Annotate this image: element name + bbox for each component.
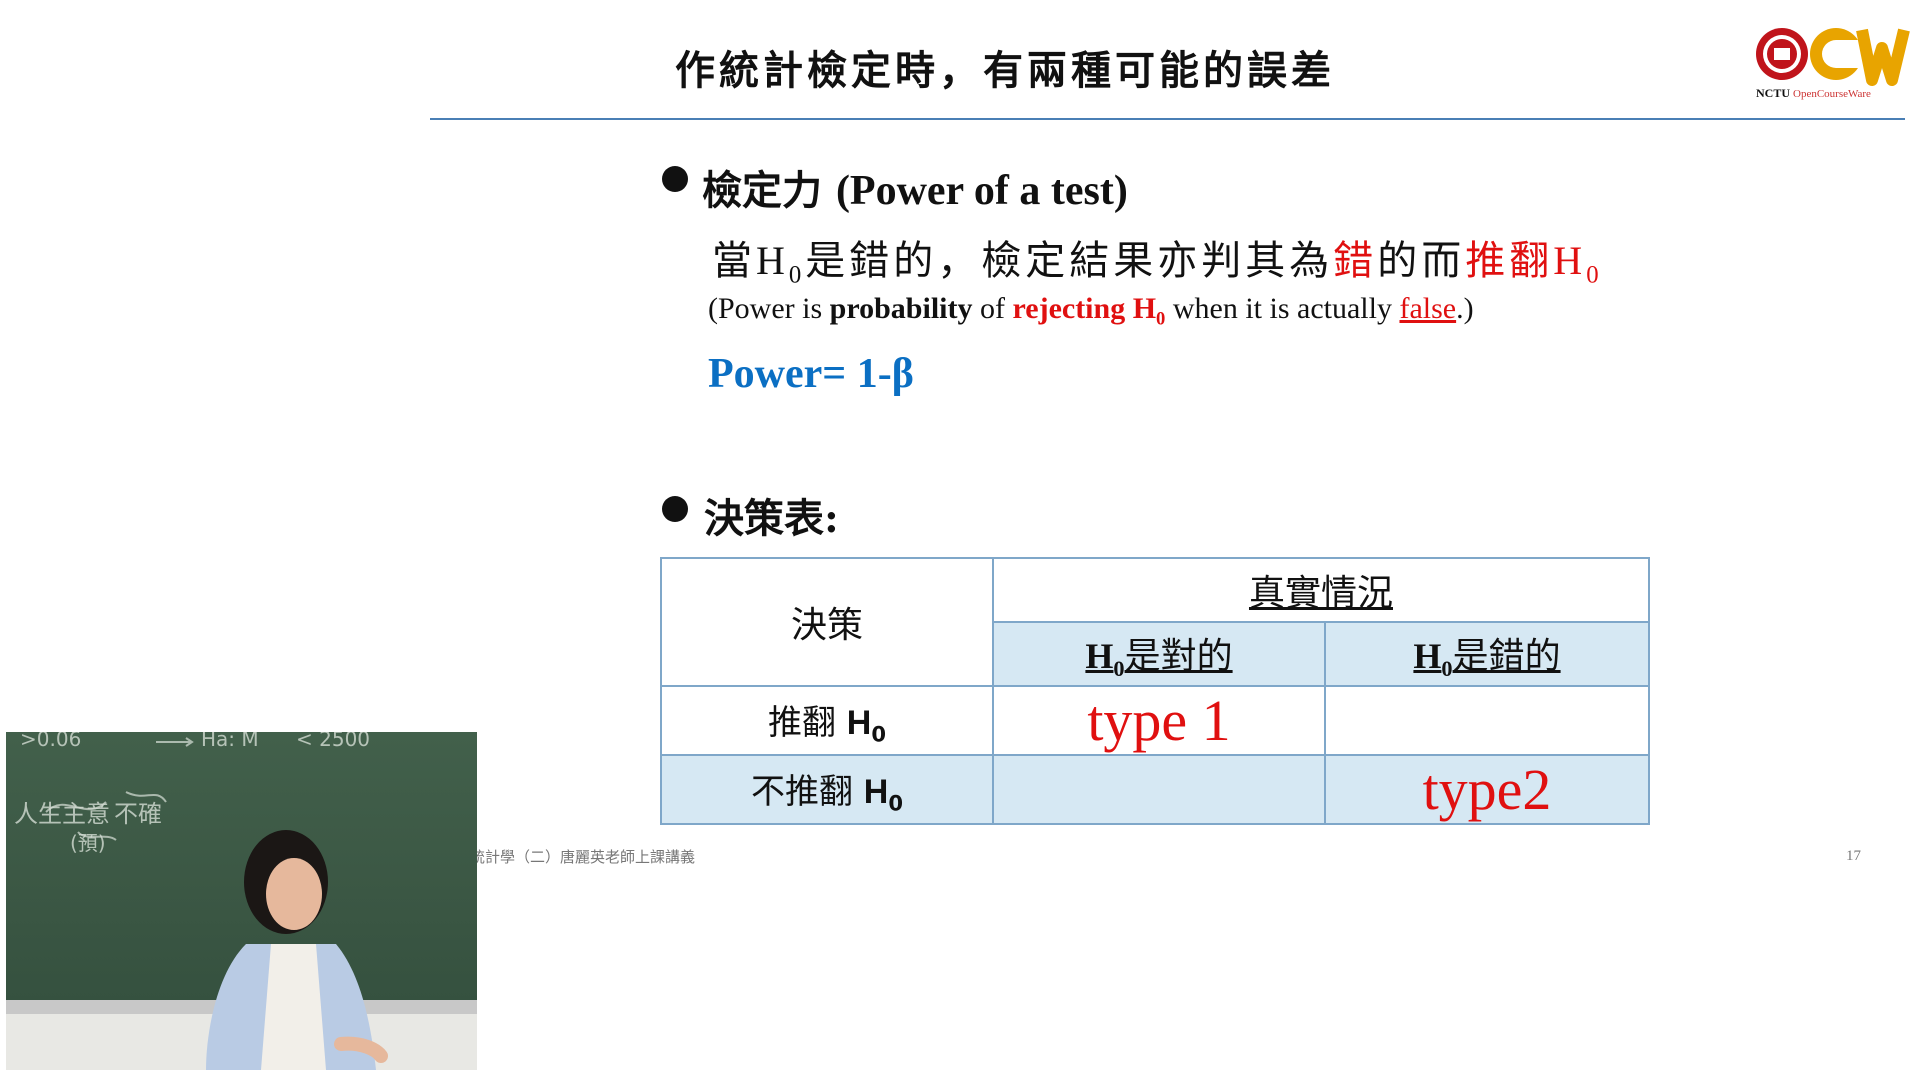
- col1-text: 是對的: [1124, 635, 1233, 677]
- table-row: 推翻 H0 type 1: [660, 685, 1650, 756]
- cn-h: H: [756, 238, 789, 283]
- row2-h: H: [863, 772, 889, 811]
- col-h0-false: H0是錯的: [1324, 621, 1650, 687]
- logo-sub: OpenCourseWare: [1793, 88, 1871, 100]
- heading-en: (Power of a test): [835, 168, 1128, 214]
- col-h0-false-label: H0是錯的: [1413, 635, 1561, 681]
- en-p3: when it is actually: [1165, 292, 1400, 325]
- title-divider: [430, 118, 1905, 120]
- logo-brand: NCTU: [1756, 86, 1791, 100]
- cn-red-wrong: 錯: [1333, 238, 1378, 284]
- cn-h-sub: 0: [788, 261, 806, 289]
- cn-pre: 當: [712, 238, 756, 284]
- cn-mid: 是錯的，檢定結果亦判其為: [805, 238, 1334, 284]
- power-definition-cn: 當H0是錯的，檢定結果亦判其為錯的而推翻H0: [712, 228, 1603, 290]
- en-false: false: [1399, 292, 1457, 325]
- decision-header: 決策: [660, 557, 994, 687]
- cell-type1: type 1: [992, 685, 1326, 756]
- en-p4: .): [1456, 292, 1474, 325]
- bullet-dot: [662, 166, 688, 192]
- en-p2: of: [972, 292, 1013, 325]
- col1-h: H: [1085, 635, 1114, 676]
- table-row: 不推翻 H0 type2: [660, 754, 1650, 825]
- col2-text: 是錯的: [1452, 635, 1561, 677]
- bullet-dot: [662, 496, 688, 522]
- cn-red-reject: 推翻: [1465, 238, 1554, 284]
- bullet-heading-decision: 決策表:: [704, 495, 839, 542]
- row-reject-label: 推翻 H0: [660, 685, 994, 756]
- cn-red-h: H: [1553, 238, 1587, 283]
- col1-sub: 0: [1113, 655, 1125, 681]
- en-rejecting: rejecting H: [1012, 292, 1157, 325]
- slide-footer: 統計學（二）唐麗英老師上課講義: [470, 848, 696, 866]
- row2-sub: 0: [888, 790, 904, 816]
- slide-title: 作統計檢定時，有兩種可能的誤差: [675, 47, 1335, 94]
- decision-table: 決策 真實情況 H0是對的 H0是錯的 推翻 H0 type 1 不推翻 H0 …: [660, 557, 1650, 825]
- chalk-text: 人生主意: [14, 800, 110, 828]
- col2-h: H: [1413, 635, 1442, 676]
- table-row: 決策 真實情況: [660, 557, 1650, 687]
- power-formula: Power= 1-β: [708, 351, 914, 397]
- en-p1: (Power is: [708, 292, 830, 325]
- heading-cn: 檢定力: [702, 167, 822, 214]
- en-rejecting-sub: 0: [1156, 308, 1166, 330]
- cn-mid2: 的而: [1377, 238, 1466, 284]
- row1-label: 推翻: [767, 702, 836, 743]
- logo-caption: NCTU OpenCourseWare: [1756, 86, 1871, 101]
- chalk-text: Ha: M: [201, 732, 259, 751]
- cell-type2: type2: [1324, 754, 1650, 825]
- row1-h: H: [846, 703, 872, 742]
- chalk-text: (預): [70, 831, 106, 855]
- row2-label: 不推翻: [750, 771, 853, 812]
- cn-red-h-sub: 0: [1586, 261, 1603, 289]
- truth-header: 真實情況: [992, 557, 1650, 623]
- chalk-text: 不確: [114, 800, 162, 828]
- slide: 作統計檢定時，有兩種可能的誤差 NCTU OpenCourseWare 檢定力 …: [0, 0, 1920, 1080]
- bullet-heading-power: 檢定力 (Power of a test): [702, 158, 1128, 216]
- cell-empty: [1324, 685, 1650, 756]
- col-h0-true-label: H0是對的: [1085, 635, 1233, 681]
- truth-header-label: 真實情況: [1248, 573, 1393, 614]
- lecturer: [206, 830, 388, 1070]
- col-h0-true: H0是對的: [992, 621, 1326, 687]
- row1-sub: 0: [871, 721, 887, 747]
- col2-sub: 0: [1441, 655, 1453, 681]
- cell-empty: [992, 754, 1326, 825]
- row-not-reject-label: 不推翻 H0: [660, 754, 994, 825]
- chalk-text: >0.06: [20, 732, 81, 751]
- en-probability: probability: [829, 292, 973, 325]
- chalk-text: < 2500: [296, 732, 370, 751]
- lecturer-video-inset: >0.06 Ha: M < 2500 人生主意 不確 (預): [6, 732, 477, 1070]
- page-number: 17: [1846, 848, 1861, 864]
- power-definition-en: (Power is probability of rejecting H0 wh…: [708, 292, 1474, 331]
